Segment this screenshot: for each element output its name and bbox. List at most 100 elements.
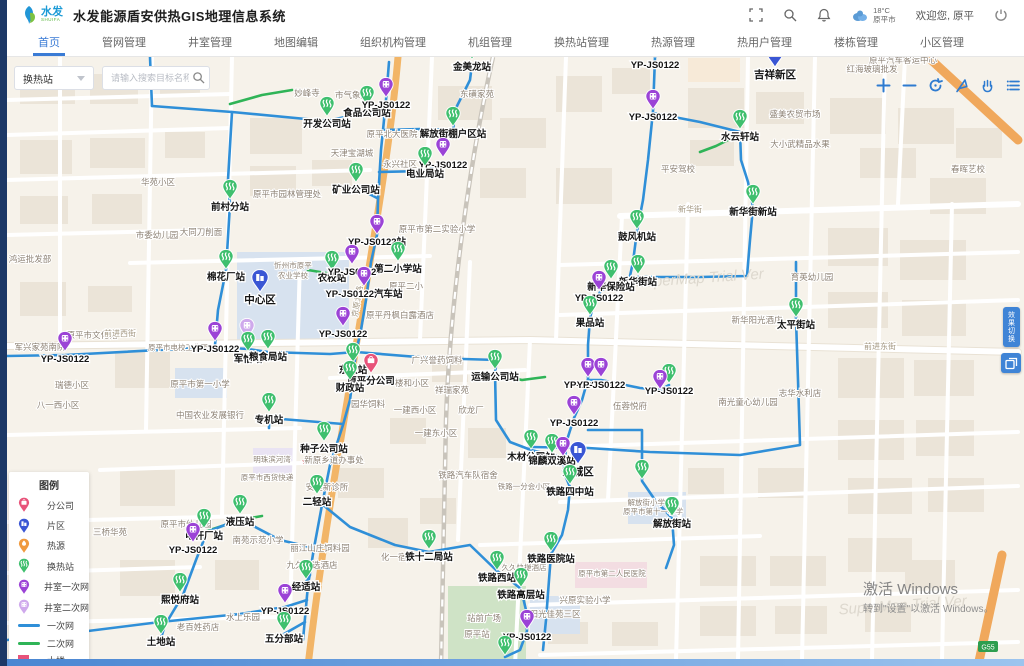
legend-item-branch: 分公司: [9, 495, 89, 515]
station-label: 经适站: [292, 581, 321, 593]
district-icon: [18, 518, 40, 534]
basemap-label: 南光童心幼儿园: [718, 397, 778, 407]
station-marker-district[interactable]: 吉祥新区: [754, 57, 796, 81]
station-marker-exchange[interactable]: 新华街新站: [729, 184, 777, 218]
power-icon[interactable]: [994, 8, 1008, 22]
station-label: 电业局站: [406, 168, 445, 180]
station-marker-exchange[interactable]: 前村分站: [211, 179, 250, 213]
nav-tab-9[interactable]: 楼栋管理: [813, 30, 899, 56]
legend-list-button[interactable]: [1005, 77, 1022, 94]
station-label: YP-JS0122: [362, 100, 411, 111]
nav-tab-1[interactable]: 管网管理: [81, 30, 167, 56]
basemap-label: 华苑小区: [141, 177, 176, 187]
basemap-label: 春晖艺校: [951, 164, 986, 174]
line1-icon: [18, 624, 40, 627]
station-marker-well1[interactable]: YP-JS0122: [191, 321, 240, 355]
basemap-label: 伍蓉悦府: [613, 401, 648, 411]
station-type-select[interactable]: 换热站: [14, 66, 94, 90]
station-marker-well1[interactable]: YP-JS0122: [550, 395, 599, 429]
station-label: 专机站: [255, 414, 284, 426]
nav-tab-3[interactable]: 地图编辑: [253, 30, 339, 56]
station-label: 前村分站: [211, 201, 250, 213]
fullscreen-icon[interactable]: [749, 8, 763, 22]
legend-item-well2: 井室二次网: [9, 597, 89, 617]
nav-tab-4[interactable]: 组织机构管理: [339, 30, 447, 56]
basemap-label: 中国农业发展银行: [176, 410, 245, 420]
nav-tab-0[interactable]: 首页: [17, 30, 81, 56]
chevron-down-icon: [77, 76, 85, 81]
basemap-label: 新原乡道办事处: [304, 455, 364, 465]
basemap-label: 瑞德小区: [55, 380, 90, 390]
app-logo: 水发 SHUIFA: [21, 5, 63, 25]
nav-tab-7[interactable]: 热源管理: [630, 30, 716, 56]
legend-item-line1: 一次网: [9, 617, 89, 634]
station-label: 鼓风机站: [618, 231, 657, 243]
legend-title: 图例: [9, 477, 89, 492]
basemap-label: 广兴誉药饲料: [411, 355, 463, 365]
pipe-line[interactable]: [230, 90, 292, 104]
basemap-label: 原平市第一小学: [170, 379, 230, 389]
station-marker-exchange[interactable]: 液压站: [226, 494, 255, 528]
basemap-label: 阳光佳苑三区: [529, 609, 581, 619]
basemap-buildings: [20, 68, 1002, 646]
station-marker-exchange[interactable]: [635, 459, 649, 479]
main-nav: 首页管网管理井室管理地图编辑组织机构管理机组管理换热站管理热源管理热用户管理楼栋…: [7, 30, 1024, 57]
legend-label: 换热站: [47, 560, 74, 573]
station-label: 铁路四中站: [546, 486, 594, 498]
layers-button[interactable]: [1001, 353, 1021, 373]
station-label: YP-JS0122: [575, 293, 624, 304]
nav-tab-6[interactable]: 换热站管理: [533, 30, 630, 56]
basemap-label: 一建东小区: [415, 428, 458, 438]
station-marker-exchange[interactable]: YP-JS0122: [645, 363, 694, 397]
basemap-label: 一建西小区: [394, 405, 437, 415]
nav-tab-2[interactable]: 井室管理: [167, 30, 253, 56]
station-type-value: 换热站: [23, 71, 53, 86]
reset-view-button[interactable]: [927, 77, 944, 94]
gis-map[interactable]: G55 SuperMap Trial VerSuperMap Trial Ver…: [7, 57, 1024, 659]
station-marker-well1[interactable]: [556, 436, 570, 456]
basemap-label: 水上乐园: [226, 612, 260, 622]
station-label: 解放街站: [653, 518, 692, 530]
station-marker-exchange[interactable]: 运输公司站: [471, 349, 519, 383]
station-marker-exchange[interactable]: 专机站: [255, 392, 284, 426]
station-label: YP-JS0122: [629, 112, 678, 123]
search-icon[interactable]: [783, 8, 797, 22]
basemap-label: 红海玻璃批发: [846, 64, 898, 74]
map-toolbar: [875, 77, 1022, 94]
nav-tab-8[interactable]: 热用户管理: [716, 30, 813, 56]
bell-icon[interactable]: [817, 8, 831, 22]
nav-tab-10[interactable]: 小区管理: [899, 30, 985, 56]
nav-tab-5[interactable]: 机组管理: [447, 30, 533, 56]
zoom-out-button[interactable]: [901, 77, 918, 94]
station-marker-exchange[interactable]: 铁路医院站: [527, 531, 575, 565]
basemap-label: 盛美农贸市场: [769, 109, 820, 119]
search-submit-icon[interactable]: [192, 71, 205, 84]
station-label: 土地站: [147, 636, 176, 648]
zoom-in-button[interactable]: [875, 77, 892, 94]
station-marker-well1[interactable]: YP-JS0122: [629, 89, 678, 123]
map-search-bar: 换热站: [14, 66, 210, 90]
station-marker-well1[interactable]: YP-JS0122: [631, 57, 680, 71]
map-canvas[interactable]: G55 SuperMap Trial VerSuperMap Trial Ver…: [7, 57, 1024, 659]
basemap-label: 铁路一分会小区: [498, 481, 551, 491]
basemap-label: 明珠滨河湾: [253, 454, 291, 464]
station-marker-exchange[interactable]: 铁十二局站: [405, 529, 453, 563]
station-label: YP-JS0122: [191, 344, 240, 355]
station-label: 太平街站: [777, 319, 816, 331]
station-label: 二轻站: [303, 496, 332, 508]
weather-widget: 18°C 原平市: [851, 6, 896, 25]
legend-item-line2: 二次网: [9, 635, 89, 652]
basemap-label: 新华街: [678, 204, 702, 214]
station-marker-exchange[interactable]: 金美龙站: [452, 57, 492, 73]
basemap-label: 新华阳光酒店: [731, 315, 783, 325]
measure-flag-button[interactable]: [953, 77, 970, 94]
effect-toggle-button[interactable]: 效果切换: [1003, 307, 1020, 347]
logo-text-en: SHUIFA: [41, 18, 63, 23]
station-label: YP-JS0122: [631, 60, 680, 71]
source-icon: [18, 538, 40, 554]
basemap-label: 天津宝湖城: [331, 148, 374, 158]
station-label: 矿业公司站: [332, 184, 380, 196]
station-label: 新华街新站: [729, 206, 777, 218]
station-label: 铁路高层站: [497, 589, 545, 601]
pan-hand-button[interactable]: [979, 77, 996, 94]
